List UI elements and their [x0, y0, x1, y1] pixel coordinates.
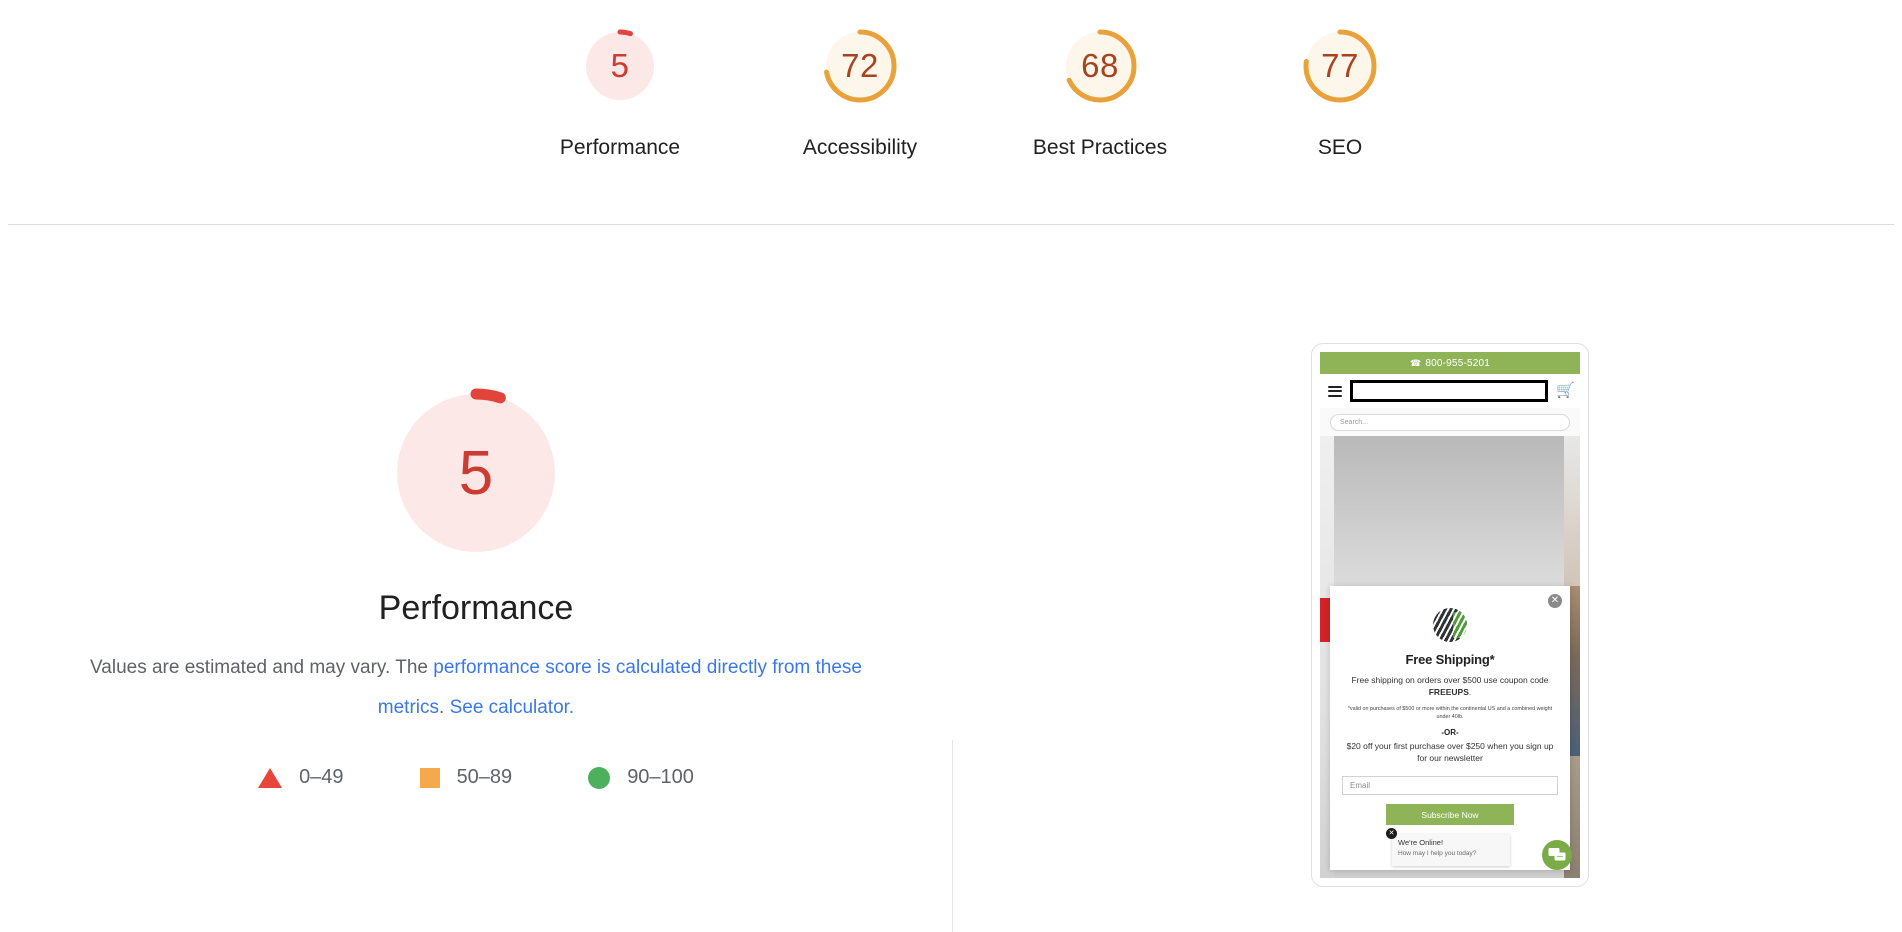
legend-label-average: 50–89 [456, 766, 513, 788]
chat-widget[interactable]: ✕ We're Online! How may I help you today… [1386, 828, 1510, 866]
screenshot-viewport: ☎ 800-955-5201 🛒 Search... ✕ Free Shippi… [1320, 352, 1580, 878]
modal-subtitle: Free shipping on orders over $500 use co… [1342, 674, 1558, 698]
gauge-accessibility-score: 72 [841, 47, 879, 84]
gauge-performance-label: Performance [559, 136, 681, 159]
legend-label-fail: 0–49 [299, 766, 344, 788]
gauge-performance-large: 5 [378, 375, 574, 571]
chat-bubble-icon[interactable] [1542, 840, 1572, 870]
triangle-swatch-icon [258, 767, 283, 788]
modal-or-divider: -OR- [1441, 728, 1459, 737]
description-prefix: Values are estimated and may vary. The [90, 657, 434, 678]
page-title: Performance [378, 589, 574, 627]
site-navbar: 🛒 [1320, 374, 1580, 408]
gauge-accessibility-small: 72 [812, 18, 908, 114]
legend-item-average: 50–89 [419, 766, 513, 789]
free-shipping-modal: ✕ Free Shipping* Free shipping on orders… [1330, 586, 1570, 870]
score-gauge-row: 5 Performance 72 Accessibility 68 Best P… [500, 18, 1460, 160]
gauge-seo-score: 77 [1321, 47, 1359, 84]
score-summary-strip: 5 Performance 72 Accessibility 68 Best P… [0, 0, 1902, 225]
gauge-seo-small: 77 [1292, 18, 1388, 114]
gauge-best-practices-score: 68 [1081, 47, 1119, 84]
site-search-bar: Search... [1320, 408, 1580, 436]
performance-description: Values are estimated and may vary. The p… [76, 648, 876, 728]
gauge-best-practices-small: 68 [1052, 18, 1148, 114]
legend-item-fail: 0–49 [258, 766, 344, 789]
chat-close-icon[interactable]: ✕ [1386, 828, 1397, 839]
gauge-accessibility-label: Accessibility [802, 136, 918, 159]
subscribe-button[interactable]: Subscribe Now [1386, 804, 1514, 825]
shopping-cart-icon[interactable]: 🛒 [1556, 383, 1575, 399]
site-logo-placeholder [1350, 380, 1548, 402]
modal-offer-text: $20 off your first purchase over $250 wh… [1346, 741, 1554, 763]
summary-gauge-accessibility[interactable]: 72 Accessibility [740, 18, 980, 160]
email-field[interactable]: Email [1342, 776, 1558, 795]
summary-gauge-performance[interactable]: 5 Performance [500, 18, 740, 160]
site-phone-number: 800-955-5201 [1425, 357, 1491, 369]
site-topbar: ☎ 800-955-5201 [1320, 352, 1580, 374]
summary-gauge-seo[interactable]: 77 SEO [1220, 18, 1460, 160]
performance-block: 5 Performance Values are estimated and m… [0, 375, 952, 789]
gauge-seo-label: SEO [1317, 136, 1363, 159]
gauge-best-practices-label: Best Practices [1032, 136, 1168, 159]
performance-category-section: 5 Performance Values are estimated and m… [0, 225, 1902, 932]
vertical-divider [952, 740, 953, 932]
summary-gauge-best-practices[interactable]: 68 Best Practices [980, 18, 1220, 160]
legend-item-pass: 90–100 [588, 766, 694, 789]
modal-subtitle-prefix: Free shipping on orders over $500 use co… [1351, 675, 1549, 685]
gauge-performance-small: 5 [572, 18, 668, 114]
hamburger-menu-icon[interactable] [1328, 385, 1342, 397]
close-icon[interactable]: ✕ [1548, 594, 1562, 608]
search-input[interactable]: Search... [1330, 413, 1570, 431]
coupon-code: FREEUPS [1428, 687, 1469, 697]
circle-swatch-icon [588, 766, 611, 789]
chat-title: We're Online! [1398, 838, 1444, 847]
gauge-performance-score: 5 [610, 47, 630, 84]
modal-title: Free Shipping* [1405, 652, 1495, 667]
modal-fine-print: *valid on purchases of $500 or more with… [1347, 706, 1553, 720]
square-swatch-icon [419, 767, 440, 788]
phone-icon: ☎ [1409, 357, 1422, 368]
gauge-performance-large-score: 5 [458, 438, 494, 508]
modal-subtitle-suffix: . [1468, 687, 1472, 697]
description-middle: . [439, 697, 450, 718]
score-legend: 0–49 50–89 90–100 [220, 766, 732, 789]
page-screenshot-thumbnail[interactable]: ☎ 800-955-5201 🛒 Search... ✕ Free Shippi… [1311, 343, 1589, 887]
chat-subtitle: How may I help you today? [1398, 850, 1477, 857]
see-calculator-link[interactable]: See calculator. [450, 697, 575, 718]
legend-label-pass: 90–100 [627, 766, 694, 788]
globe-logo-icon [1433, 608, 1467, 642]
